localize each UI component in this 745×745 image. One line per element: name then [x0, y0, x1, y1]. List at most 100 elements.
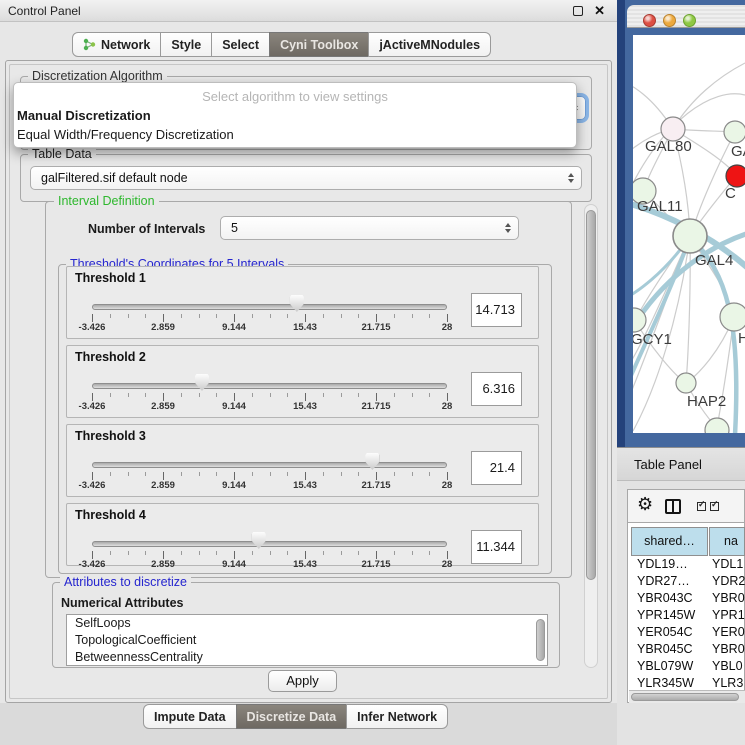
- network-window-titlebar[interactable]: [627, 5, 745, 28]
- split-columns-icon[interactable]: [665, 499, 681, 514]
- checkbox-checked-icon[interactable]: [710, 502, 719, 511]
- attribute-list-item[interactable]: BetweennessCentrality: [67, 649, 547, 666]
- numerical-attributes-list[interactable]: SelfLoopsTopologicalCoefficientBetweenne…: [66, 614, 548, 666]
- network-node-gal[interactable]: [724, 121, 745, 143]
- threshold-value-field[interactable]: 11.344: [471, 530, 522, 564]
- tick-label: 15.43: [293, 480, 317, 491]
- tick-mark: [358, 551, 359, 555]
- tick-label: 2.859: [151, 559, 175, 570]
- algorithm-dropdown-hint: Select algorithm to view settings: [14, 88, 576, 106]
- apply-button[interactable]: Apply: [268, 670, 337, 692]
- checkbox-checked-icon[interactable]: [697, 502, 706, 511]
- tick-mark: [287, 393, 288, 397]
- tick-label: 2.859: [151, 480, 175, 491]
- close-traffic-light-icon[interactable]: [643, 14, 656, 27]
- cell-shared-name: YDL19…: [637, 556, 709, 573]
- network-node-h[interactable]: [720, 303, 745, 331]
- tick-mark: [358, 393, 359, 397]
- network-node-label: HAP2: [687, 393, 726, 410]
- tick-mark: [341, 393, 342, 397]
- combo-stepper-icon: [568, 173, 574, 183]
- table-row[interactable]: YDL19…YDL1: [631, 556, 745, 573]
- slider-track[interactable]: [92, 462, 447, 468]
- table-row[interactable]: YLR345WYLR3: [631, 675, 745, 690]
- attributes-list-scrollbar-thumb[interactable]: [536, 619, 545, 661]
- table-header-name[interactable]: na: [709, 527, 745, 556]
- cell-shared-name: YER054C: [637, 624, 709, 641]
- tick-mark: [128, 393, 129, 397]
- tick-mark: [145, 551, 146, 555]
- tick-mark: [447, 393, 448, 401]
- cell-shared-name: YBR043C: [637, 590, 709, 607]
- algorithm-option[interactable]: Equal Width/Frequency Discretization: [14, 125, 576, 144]
- algorithm-option[interactable]: Manual Discretization: [14, 106, 576, 125]
- tick-mark: [199, 314, 200, 318]
- tick-mark: [305, 472, 306, 480]
- zoom-traffic-light-icon[interactable]: [683, 14, 696, 27]
- tick-mark: [270, 314, 271, 318]
- threshold-value-field[interactable]: 14.713: [471, 293, 522, 327]
- bottom-tab-impute-data[interactable]: Impute Data: [143, 704, 237, 729]
- table-header-shared-name[interactable]: shared…: [631, 527, 708, 556]
- tick-mark: [429, 393, 430, 397]
- number-of-intervals-combobox[interactable]: 5: [220, 216, 519, 240]
- float-window-icon[interactable]: [573, 6, 583, 16]
- table-row[interactable]: YPR145WYPR1: [631, 607, 745, 624]
- tick-mark: [110, 314, 111, 318]
- network-node-label: GAL: [731, 143, 745, 160]
- tick-mark: [358, 472, 359, 476]
- network-view-canvas[interactable]: GAL80GALCGAL11GAL4GCY1HHAP2: [633, 35, 745, 433]
- cell-shared-name: YLR345W: [637, 675, 709, 690]
- table-data-combobox[interactable]: galFiltered.sif default node: [30, 166, 582, 190]
- tick-label: 9.144: [222, 322, 246, 333]
- tick-mark: [145, 393, 146, 397]
- tick-label: 2.859: [151, 322, 175, 333]
- table-row[interactable]: YDR27…YDR2: [631, 573, 745, 590]
- tick-label: 15.43: [293, 322, 317, 333]
- table-row[interactable]: YBR045CYBR0: [631, 641, 745, 658]
- network-node[interactable]: [705, 418, 729, 433]
- threshold-value-field[interactable]: 6.316: [471, 372, 522, 406]
- tick-mark: [163, 472, 164, 480]
- network-node-label: C: [725, 185, 736, 202]
- tick-mark: [110, 551, 111, 555]
- tick-mark: [305, 551, 306, 559]
- tick-label: 2.859: [151, 401, 175, 412]
- tick-label: -3.426: [79, 401, 106, 412]
- tick-mark: [394, 393, 395, 397]
- tab-cyni-toolbox[interactable]: Cyni Toolbox: [269, 32, 369, 57]
- close-icon[interactable]: ✕: [594, 2, 605, 20]
- slider-track[interactable]: [92, 541, 447, 547]
- table-hscrollbar-thumb[interactable]: [631, 693, 739, 701]
- network-node-hap2[interactable]: [676, 373, 696, 393]
- network-node-gal4[interactable]: [673, 219, 707, 253]
- tick-mark: [394, 314, 395, 318]
- tab-style[interactable]: Style: [160, 32, 212, 57]
- attribute-list-item[interactable]: SelfLoops: [67, 615, 547, 632]
- cell-name: YDR2: [712, 573, 745, 590]
- tick-mark: [216, 472, 217, 476]
- tick-label: 21.715: [361, 322, 390, 333]
- gear-icon[interactable]: ⚙: [637, 494, 653, 515]
- table-hscrollbar[interactable]: [629, 690, 745, 703]
- settings-scrollbar-thumb[interactable]: [586, 210, 596, 580]
- control-panel: Control Panel ✕ NetworkStyleSelectCyni T…: [0, 0, 617, 745]
- tab-select[interactable]: Select: [211, 32, 270, 57]
- tick-label: 28: [442, 401, 453, 412]
- tick-label: 28: [442, 559, 453, 570]
- tab-jactivemnodules[interactable]: jActiveMNodules: [368, 32, 491, 57]
- tick-mark: [376, 472, 377, 480]
- bottom-tab-discretize-data[interactable]: Discretize Data: [236, 704, 348, 729]
- threshold-value-field[interactable]: 21.4: [471, 451, 522, 485]
- table-row[interactable]: YER054CYER0: [631, 624, 745, 641]
- slider-track[interactable]: [92, 304, 447, 310]
- network-node-c[interactable]: [726, 165, 745, 187]
- attribute-list-item[interactable]: TopologicalCoefficient: [67, 632, 547, 649]
- slider-track[interactable]: [92, 383, 447, 389]
- minimize-traffic-light-icon[interactable]: [663, 14, 676, 27]
- table-row[interactable]: YBR043CYBR0: [631, 590, 745, 607]
- tab-network[interactable]: Network: [72, 32, 161, 57]
- table-row[interactable]: YBL079WYBL0: [631, 658, 745, 675]
- tick-label: -3.426: [79, 559, 106, 570]
- bottom-tab-infer-network[interactable]: Infer Network: [346, 704, 448, 729]
